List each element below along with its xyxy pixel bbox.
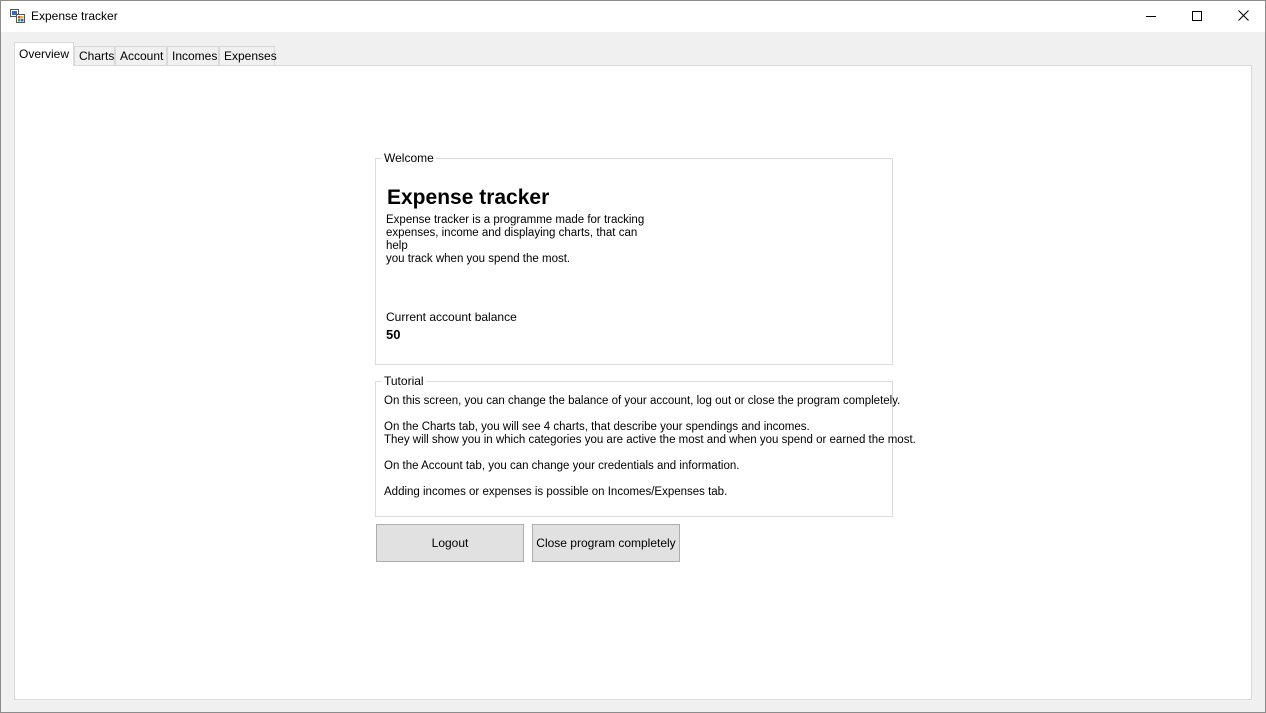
window-title: Expense tracker xyxy=(31,9,118,23)
description-line: you track when you spend the most. xyxy=(386,253,571,265)
description-line: Expense tracker is a programme made for … xyxy=(386,214,645,226)
minimize-button[interactable] xyxy=(1128,1,1174,32)
tutorial-group: Tutorial On this screen, you can change … xyxy=(375,374,916,517)
maximize-icon xyxy=(1192,10,1202,24)
overview-tab-page: Welcome Expense tracker Expense tracker … xyxy=(14,65,1252,700)
description-line: expenses, income and displaying charts, … xyxy=(386,227,638,252)
welcome-legend: Welcome xyxy=(382,151,436,165)
tab-expenses[interactable]: Expenses xyxy=(219,46,277,66)
logout-button[interactable]: Logout xyxy=(376,524,524,562)
tutorial-legend: Tutorial xyxy=(382,374,426,388)
tutorial-line: On the Charts tab, you will see 4 charts… xyxy=(384,421,810,433)
app-description: Expense tracker is a programme made for … xyxy=(386,214,656,266)
tutorial-line: On this screen, you can change the balan… xyxy=(384,395,901,407)
tab-incomes[interactable]: Incomes xyxy=(167,46,219,66)
balance-label: Current account balance xyxy=(386,310,517,324)
app-window: Expense tracker Overview Charts Account … xyxy=(0,0,1266,713)
app-heading: Expense tracker xyxy=(387,186,550,209)
welcome-group: Welcome Expense tracker Expense tracker … xyxy=(375,151,893,365)
minimize-icon xyxy=(1146,10,1156,24)
tutorial-line: On the Account tab, you can change your … xyxy=(384,460,740,472)
tab-charts[interactable]: Charts xyxy=(74,46,115,66)
tab-account[interactable]: Account xyxy=(115,46,167,66)
maximize-button[interactable] xyxy=(1174,1,1220,32)
close-icon xyxy=(1237,9,1249,24)
close-button[interactable] xyxy=(1220,1,1266,32)
tab-overview[interactable]: Overview xyxy=(14,42,74,66)
close-program-button[interactable]: Close program completely xyxy=(532,524,680,562)
app-icon xyxy=(10,9,25,23)
title-bar[interactable]: Expense tracker xyxy=(1,1,1265,32)
balance-value: 50 xyxy=(386,327,401,342)
tutorial-line: Adding incomes or expenses is possible o… xyxy=(384,486,728,498)
tutorial-line: They will show you in which categories y… xyxy=(384,434,916,446)
